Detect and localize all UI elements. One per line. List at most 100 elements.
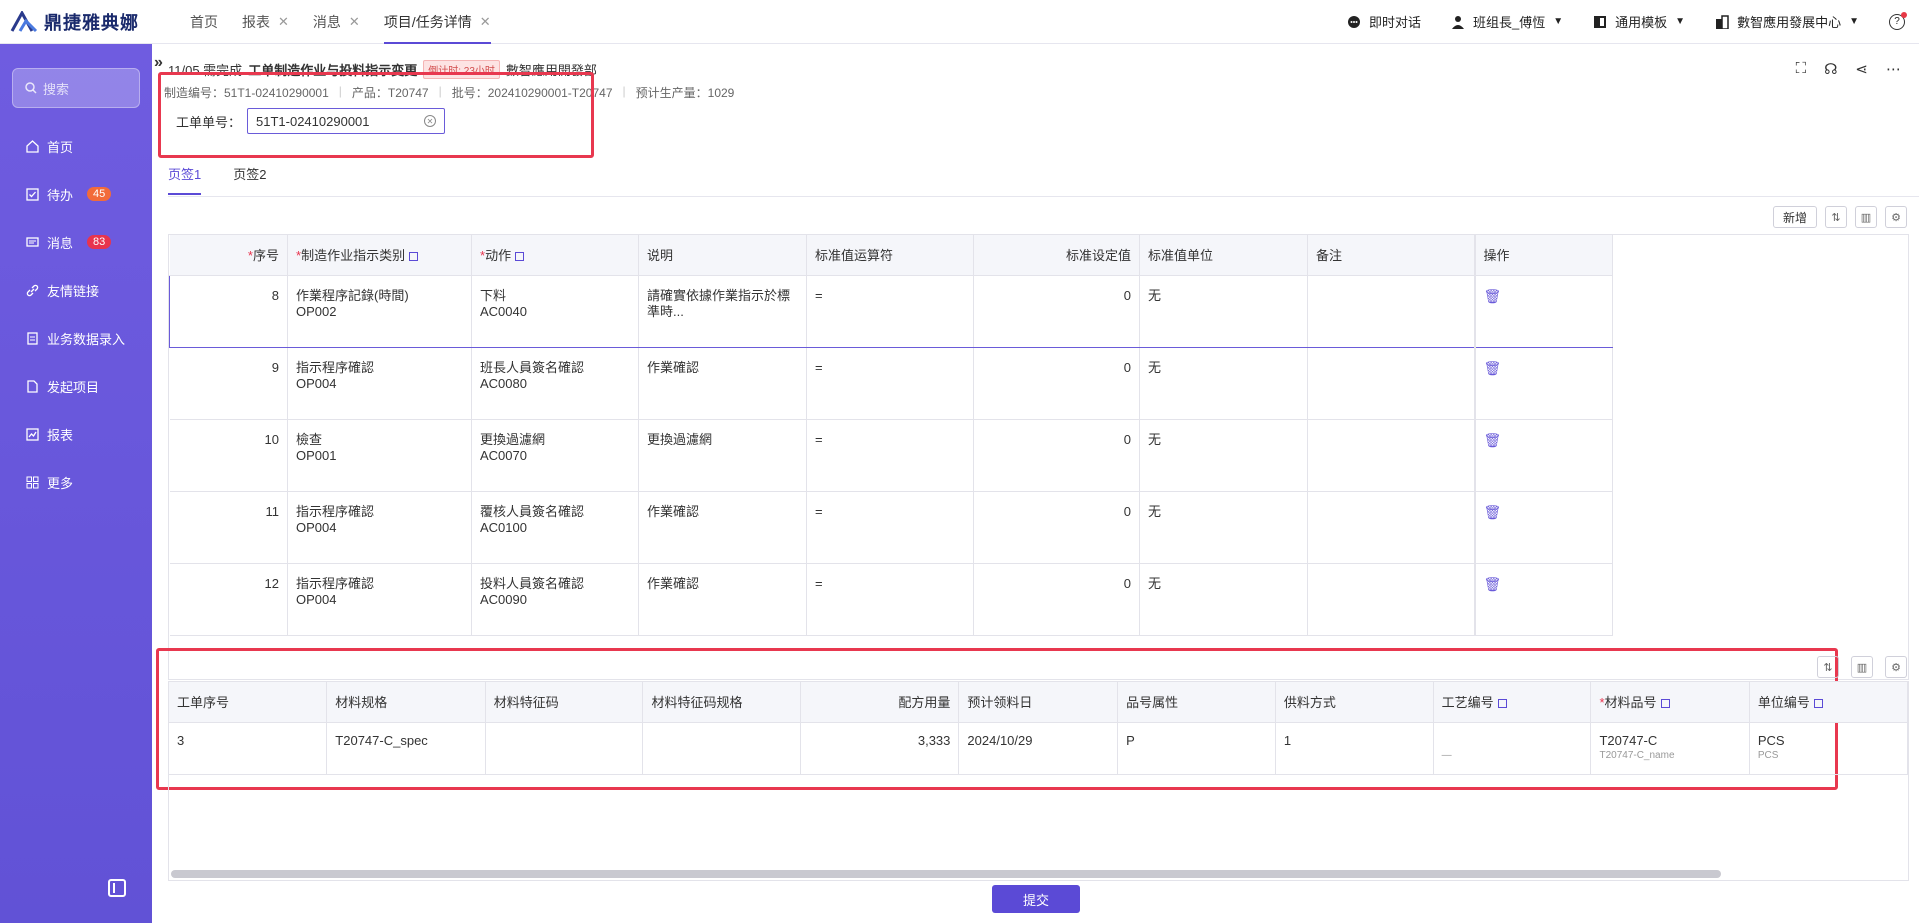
cell-operator[interactable]: = [806, 491, 974, 564]
col-header-description[interactable]: 说明 [638, 235, 807, 276]
collapse-sidebar-icon[interactable] [108, 879, 126, 897]
col-header-std-value[interactable]: 标准设定值 [973, 235, 1140, 276]
cell-pick-date[interactable]: 2024/10/29 [958, 722, 1119, 775]
cell-std-value[interactable]: 0 [973, 274, 1140, 348]
expand-panel-icon[interactable]: » [154, 54, 163, 72]
col-header-unit[interactable]: 单位编号 [1749, 682, 1908, 723]
open-link-icon[interactable] [515, 252, 525, 262]
sidebar-item-start-project[interactable]: 发起项目 [0, 362, 152, 410]
table-row[interactable]: 8 作業程序記錄(時間) OP002 下料 AC0040 請確實依據作業指示於標準時… [169, 274, 1613, 348]
cell-unit[interactable]: 无 [1139, 491, 1308, 564]
delete-icon[interactable]: 🗑 [1484, 576, 1502, 592]
close-icon[interactable]: ✕ [480, 14, 491, 30]
cell-category[interactable]: 指示程序確認 OP004 [287, 491, 472, 564]
sidebar-item-links[interactable]: 友情链接 [0, 266, 152, 314]
open-link-icon[interactable] [1660, 699, 1670, 709]
cell-feature-spec[interactable] [642, 722, 802, 775]
cell-operator[interactable]: = [806, 563, 974, 636]
share-icon[interactable]: ⋖ [1855, 60, 1868, 78]
col-header-category[interactable]: *制造作业指示类别 [287, 235, 472, 276]
cell-operator[interactable]: = [806, 419, 974, 492]
col-header-feature-spec[interactable]: 材料特征码规格 [642, 682, 802, 723]
cell-category[interactable]: 檢查 OP001 [287, 419, 472, 492]
cell-process[interactable]: — [1433, 722, 1592, 775]
close-icon[interactable]: ✕ [278, 14, 289, 30]
cell-operator[interactable]: = [806, 274, 974, 348]
cell-description[interactable]: 作業確認 [638, 563, 807, 636]
cell-item-attr[interactable]: P [1117, 722, 1276, 775]
expand-rows-icon[interactable]: ⇅ [1817, 656, 1839, 678]
table-row[interactable]: 12 指示程序確認 OP004 投料人員簽名確認 AC0090 作業確認 = 0 无… [169, 563, 1613, 636]
col-header-unit[interactable]: 标准值单位 [1139, 235, 1308, 276]
settings-icon[interactable]: ⚙ [1885, 656, 1907, 678]
more-icon[interactable]: ⋯ [1886, 60, 1901, 78]
col-header-operator[interactable]: 标准值运算符 [806, 235, 974, 276]
table-row[interactable]: 3 T20747-C_spec 3,333 2024/10/29 P 1 — T… [169, 722, 1908, 775]
col-header-item-attr[interactable]: 品号属性 [1117, 682, 1276, 723]
sidebar-item-todo[interactable]: 待办 45 [0, 170, 152, 218]
cell-supply[interactable]: 1 [1275, 722, 1434, 775]
org-menu[interactable]: 數智應用發展中心 ▼ [1715, 12, 1859, 31]
expand-rows-icon[interactable]: ⇅ [1825, 206, 1847, 228]
cell-seq[interactable]: 11 [169, 491, 288, 564]
tab-page-1[interactable]: 页签1 [168, 164, 202, 195]
col-header-action[interactable]: *动作 [471, 235, 639, 276]
fullscreen-icon[interactable]: ⛶ [1796, 60, 1807, 78]
work-order-input[interactable]: 51T1-02410290001 ✕ [247, 108, 446, 134]
open-link-icon[interactable] [409, 252, 419, 262]
delete-icon[interactable]: 🗑 [1484, 288, 1502, 304]
cell-unit[interactable]: 无 [1139, 419, 1308, 492]
cell-item-no[interactable]: T20747-C T20747-C_name [1590, 722, 1750, 775]
cell-seq[interactable]: 9 [169, 347, 288, 420]
open-link-icon[interactable] [1497, 699, 1507, 709]
cell-action[interactable]: 下料 AC0040 [471, 274, 639, 348]
cell-qty[interactable]: 3,333 [800, 722, 960, 775]
columns-icon[interactable]: ▥ [1851, 656, 1873, 678]
cell-unit[interactable]: 无 [1139, 347, 1308, 420]
columns-icon[interactable]: ▥ [1855, 206, 1877, 228]
add-row-button[interactable]: 新增 [1772, 206, 1817, 228]
sidebar-item-message[interactable]: 消息 83 [0, 218, 152, 266]
cell-description[interactable]: 作業確認 [638, 491, 807, 564]
tab-page-2[interactable]: 页签2 [233, 164, 266, 195]
cell-material-spec[interactable]: T20747-C_spec [326, 722, 486, 775]
delete-icon[interactable]: 🗑 [1484, 504, 1502, 520]
cell-operator[interactable]: = [806, 347, 974, 420]
cell-seq[interactable]: 10 [169, 419, 288, 492]
delete-icon[interactable]: 🗑 [1484, 432, 1502, 448]
cell-note[interactable] [1307, 419, 1475, 492]
help-icon[interactable]: ? [1889, 11, 1907, 30]
cell-unit[interactable]: 无 [1139, 563, 1308, 636]
sidebar-item-more[interactable]: 更多 [0, 458, 152, 506]
table-row[interactable]: 10 檢查 OP001 更換過濾網 AC0070 更換過濾網 = 0 无 🗑 [169, 419, 1613, 492]
app-logo[interactable]: 鼎捷雅典娜 [0, 0, 152, 44]
tab-home[interactable]: 首页 [178, 0, 230, 44]
horizontal-scrollbar[interactable] [171, 870, 1721, 878]
table-row[interactable]: 9 指示程序確認 OP004 班長人員簽名確認 AC0080 作業確認 = 0 无 … [169, 347, 1613, 420]
search-input[interactable]: 搜索 [12, 68, 140, 108]
cell-action[interactable]: 更換過濾網 AC0070 [471, 419, 639, 492]
col-header-material-spec[interactable]: 材料规格 [326, 682, 486, 723]
cell-wo-seq[interactable]: 3 [169, 722, 328, 775]
cell-std-value[interactable]: 0 [973, 491, 1140, 564]
cell-seq[interactable]: 12 [169, 563, 288, 636]
delete-icon[interactable]: 🗑 [1484, 360, 1502, 376]
cell-unit[interactable]: 无 [1139, 274, 1308, 348]
col-header-seq[interactable]: *序号 [169, 235, 288, 276]
sidebar-item-data-entry[interactable]: 业务数据录入 [0, 314, 152, 362]
col-header-supply[interactable]: 供料方式 [1275, 682, 1434, 723]
col-header-qty[interactable]: 配方用量 [800, 682, 960, 723]
col-header-pick-date[interactable]: 预计领料日 [958, 682, 1119, 723]
template-menu[interactable]: 通用模板 ▼ [1593, 12, 1685, 31]
sidebar-item-report[interactable]: 报表 [0, 410, 152, 458]
cell-note[interactable] [1307, 347, 1475, 420]
cell-category[interactable]: 指示程序確認 OP004 [287, 563, 472, 636]
table-row[interactable]: 11 指示程序確認 OP004 覆核人員簽名確認 AC0100 作業確認 = 0 无… [169, 491, 1613, 564]
cell-std-value[interactable]: 0 [973, 347, 1140, 420]
cell-action[interactable]: 覆核人員簽名確認 AC0100 [471, 491, 639, 564]
cell-note[interactable] [1307, 491, 1475, 564]
col-header-item-no[interactable]: *材料品号 [1590, 682, 1750, 723]
cell-note[interactable] [1307, 274, 1475, 348]
cell-category[interactable]: 指示程序確認 OP004 [287, 347, 472, 420]
headset-icon[interactable]: ☊ [1824, 60, 1837, 78]
